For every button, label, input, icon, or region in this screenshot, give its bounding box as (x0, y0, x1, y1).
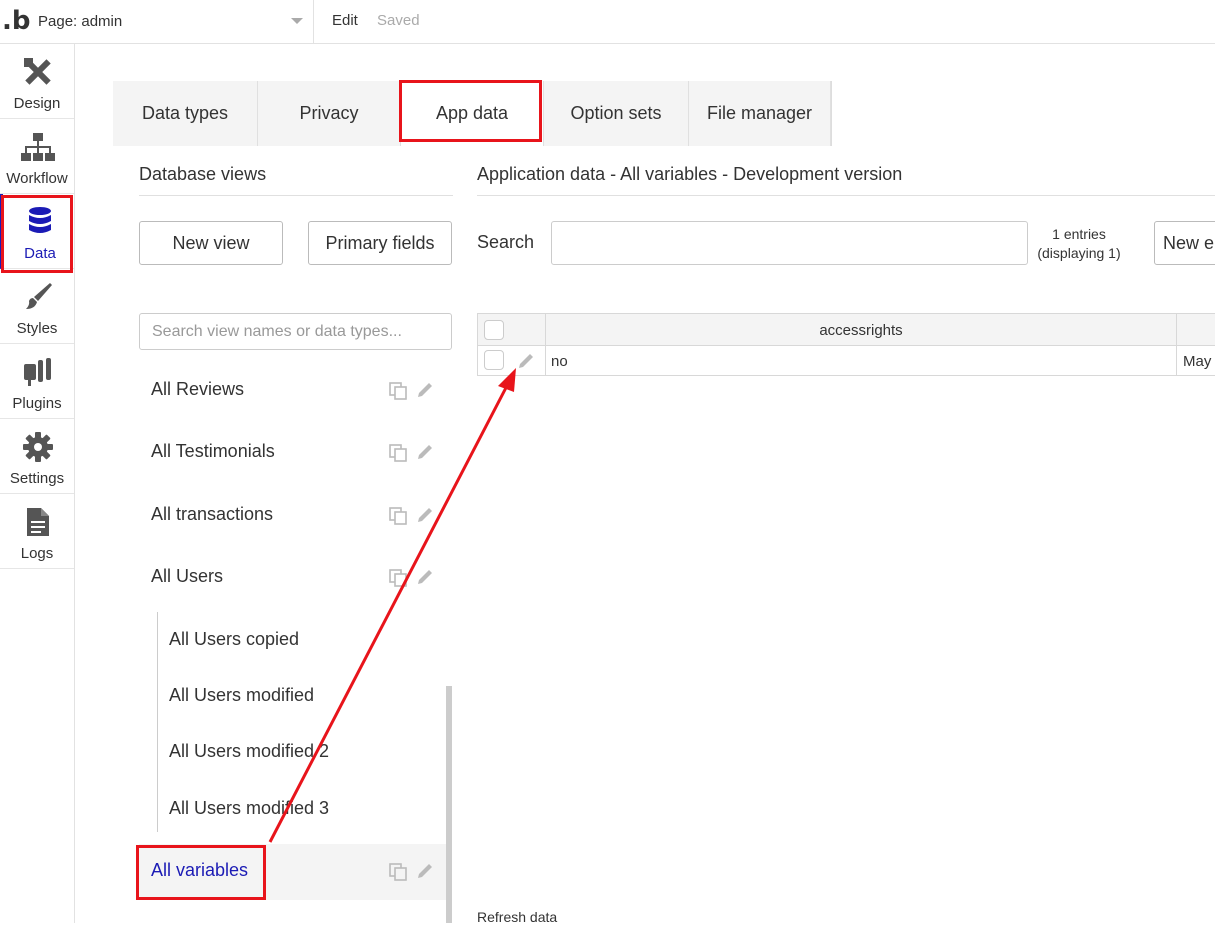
annotation-arrow (268, 368, 516, 843)
